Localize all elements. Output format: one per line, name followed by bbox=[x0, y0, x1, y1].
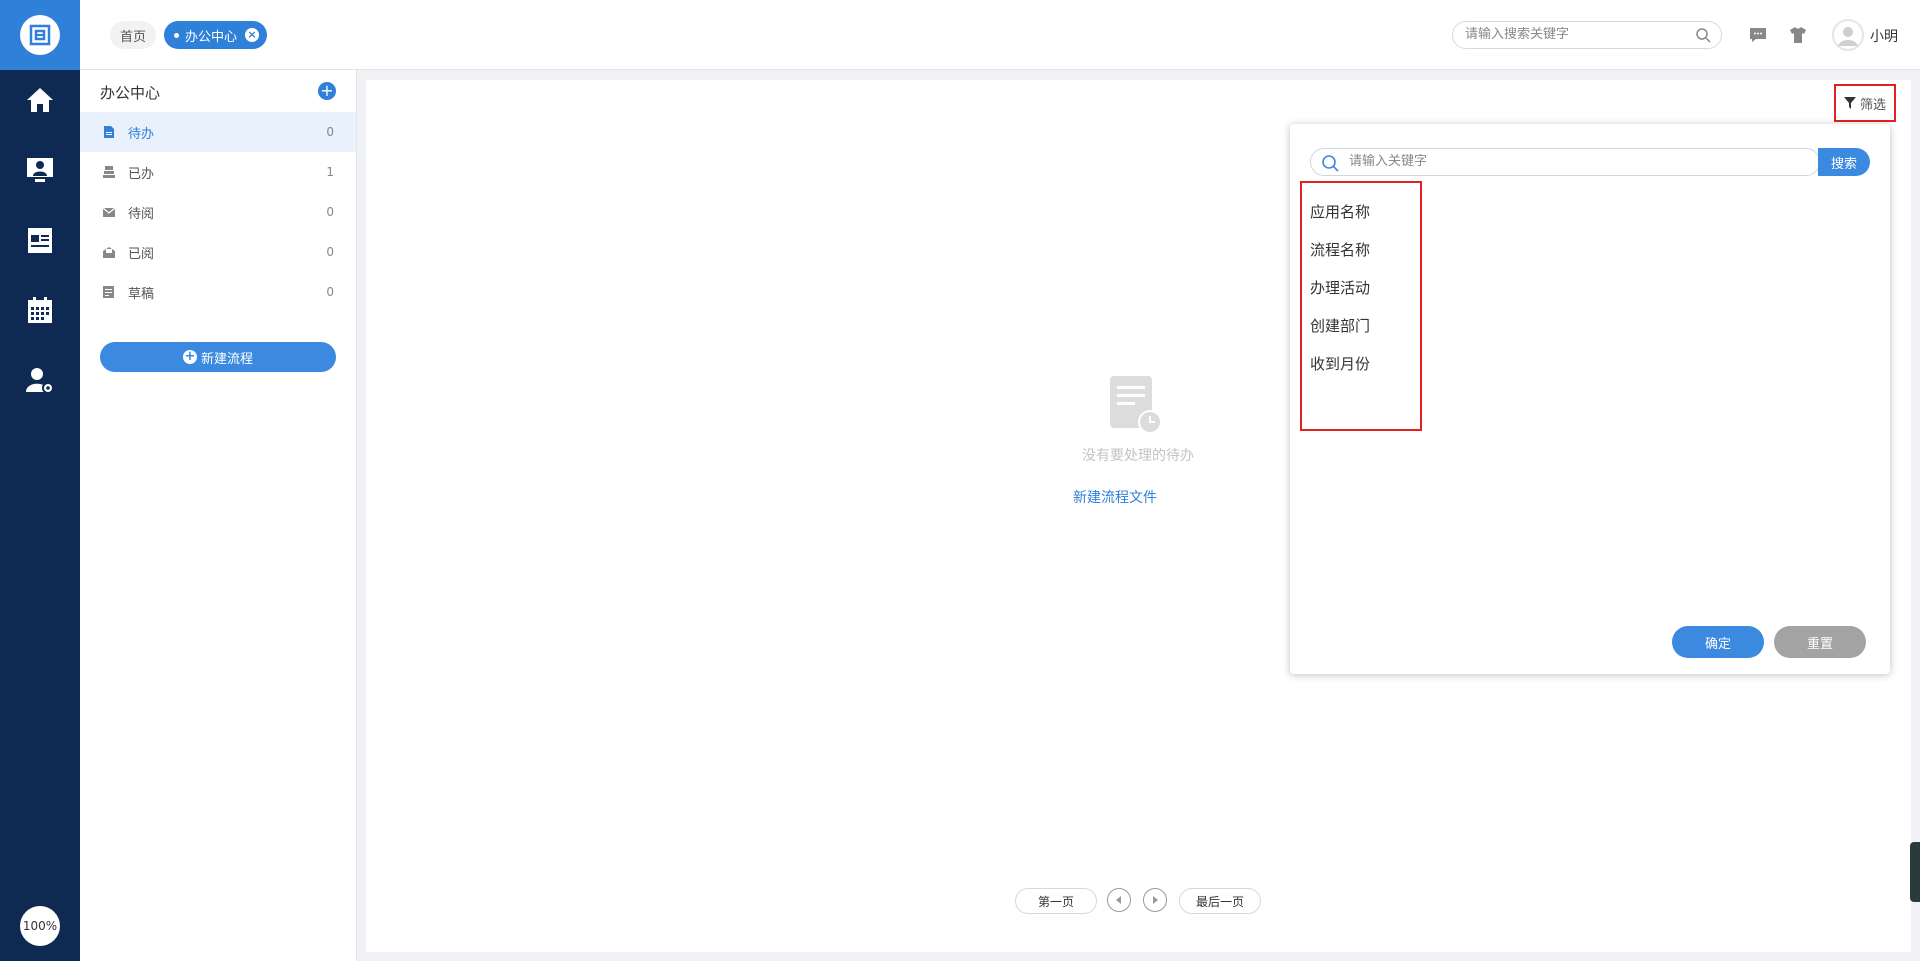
search-icon[interactable] bbox=[1695, 27, 1711, 43]
rail-home-button[interactable] bbox=[0, 70, 80, 130]
open-mail-icon bbox=[103, 247, 115, 258]
rail-monitor-button[interactable] bbox=[0, 140, 80, 200]
tab-office-center[interactable]: 办公中心 × bbox=[164, 21, 268, 49]
search-icon bbox=[1322, 155, 1339, 172]
theme-shirt-icon[interactable] bbox=[1788, 25, 1808, 45]
active-dot bbox=[174, 32, 179, 38]
sidebar-item-label: 待办 bbox=[128, 126, 155, 142]
filter-field-list: 应用名称 流程名称 办理活动 创建部门 收到月份 bbox=[1300, 181, 1422, 431]
filter-label: 筛选 bbox=[1859, 97, 1886, 113]
empty-state-text: 没有要处理的待办 bbox=[1082, 448, 1194, 464]
new-process-button[interactable]: + 新建流程 bbox=[100, 342, 336, 372]
sidebar-item-done[interactable]: 已办 1 bbox=[80, 152, 356, 192]
reset-button[interactable]: 重置 bbox=[1774, 626, 1866, 658]
arrow-right-icon bbox=[1153, 896, 1158, 904]
plus-circle-icon: + bbox=[182, 349, 197, 364]
sidebar-item-count: 0 bbox=[326, 285, 334, 299]
sidebar: 办公中心 + 待办 0 已办 1 待阅 0 已阅 0 草稿 0 + 新建流程 bbox=[80, 70, 357, 961]
sidebar-item-count: 0 bbox=[326, 245, 334, 259]
mail-icon bbox=[102, 207, 116, 217]
sidebar-item-read[interactable]: 已阅 0 bbox=[80, 232, 356, 272]
filter-field-app-name[interactable]: 应用名称 bbox=[1310, 201, 1370, 222]
filter-popup: 搜索 应用名称 流程名称 办理活动 创建部门 收到月份 确定 重置 bbox=[1290, 124, 1890, 674]
sidebar-title: 办公中心 bbox=[100, 84, 161, 102]
news-icon bbox=[28, 228, 52, 253]
monitor-user-icon bbox=[27, 158, 53, 182]
confirm-button[interactable]: 确定 bbox=[1672, 626, 1764, 658]
sidebar-item-label: 草稿 bbox=[128, 286, 155, 302]
tab-home[interactable]: 首页 bbox=[110, 21, 157, 49]
arrow-left-icon bbox=[1116, 896, 1121, 904]
filter-field-process-name[interactable]: 流程名称 bbox=[1310, 239, 1370, 260]
sidebar-item-count: 1 bbox=[326, 165, 334, 179]
prev-page-button[interactable] bbox=[1107, 888, 1131, 912]
top-header: 首页 办公中心 × 小明 bbox=[80, 0, 1920, 70]
logo-icon bbox=[20, 15, 60, 55]
sidebar-item-todo[interactable]: 待办 0 bbox=[80, 112, 356, 152]
home-icon bbox=[27, 88, 53, 112]
filter-search-input[interactable] bbox=[1349, 154, 1749, 169]
side-widget-handle[interactable] bbox=[1910, 842, 1920, 902]
app-logo[interactable] bbox=[0, 0, 80, 70]
sidebar-item-label: 已阅 bbox=[128, 246, 155, 262]
filter-search bbox=[1310, 148, 1820, 176]
new-process-file-link[interactable]: 新建流程文件 bbox=[1073, 487, 1173, 507]
sidebar-item-count: 0 bbox=[326, 125, 334, 139]
first-page-button[interactable]: 第一页 bbox=[1015, 888, 1097, 914]
sidebar-item-drafts[interactable]: 草稿 0 bbox=[80, 272, 356, 312]
sidebar-item-label: 已办 bbox=[128, 166, 155, 182]
filter-field-month[interactable]: 收到月份 bbox=[1310, 353, 1370, 374]
message-icon[interactable] bbox=[1748, 25, 1768, 45]
sidebar-item-count: 0 bbox=[326, 205, 334, 219]
avatar[interactable] bbox=[1832, 19, 1864, 51]
last-page-button[interactable]: 最后一页 bbox=[1179, 888, 1261, 914]
tab-label: 首页 bbox=[120, 29, 147, 45]
empty-document-icon bbox=[1110, 376, 1162, 434]
global-search bbox=[1452, 21, 1722, 49]
draft-icon bbox=[103, 286, 114, 298]
filter-field-department[interactable]: 创建部门 bbox=[1310, 315, 1370, 336]
stack-icon bbox=[103, 166, 115, 178]
rail-news-button[interactable] bbox=[0, 210, 80, 270]
sidebar-item-to-read[interactable]: 待阅 0 bbox=[80, 192, 356, 232]
rail-user-settings-button[interactable] bbox=[0, 350, 80, 410]
filter-button[interactable]: 筛选 bbox=[1834, 84, 1896, 122]
new-process-label: 新建流程 bbox=[200, 351, 253, 367]
filter-icon bbox=[1843, 97, 1856, 109]
rail-calendar-button[interactable] bbox=[0, 280, 80, 340]
add-icon[interactable]: + bbox=[318, 82, 336, 100]
user-settings-icon bbox=[26, 368, 54, 394]
global-search-input[interactable] bbox=[1465, 27, 1685, 42]
username[interactable]: 小明 bbox=[1870, 26, 1898, 46]
calendar-icon bbox=[28, 297, 52, 323]
filter-field-activity[interactable]: 办理活动 bbox=[1310, 277, 1370, 298]
zoom-level[interactable]: 100% bbox=[20, 906, 60, 946]
tab-label: 办公中心 bbox=[185, 29, 238, 45]
document-icon bbox=[104, 126, 114, 138]
close-tab-icon[interactable]: × bbox=[245, 28, 260, 42]
next-page-button[interactable] bbox=[1143, 888, 1167, 912]
filter-search-button[interactable]: 搜索 bbox=[1818, 148, 1870, 176]
left-rail: 100% bbox=[0, 0, 80, 961]
sidebar-item-label: 待阅 bbox=[128, 206, 155, 222]
